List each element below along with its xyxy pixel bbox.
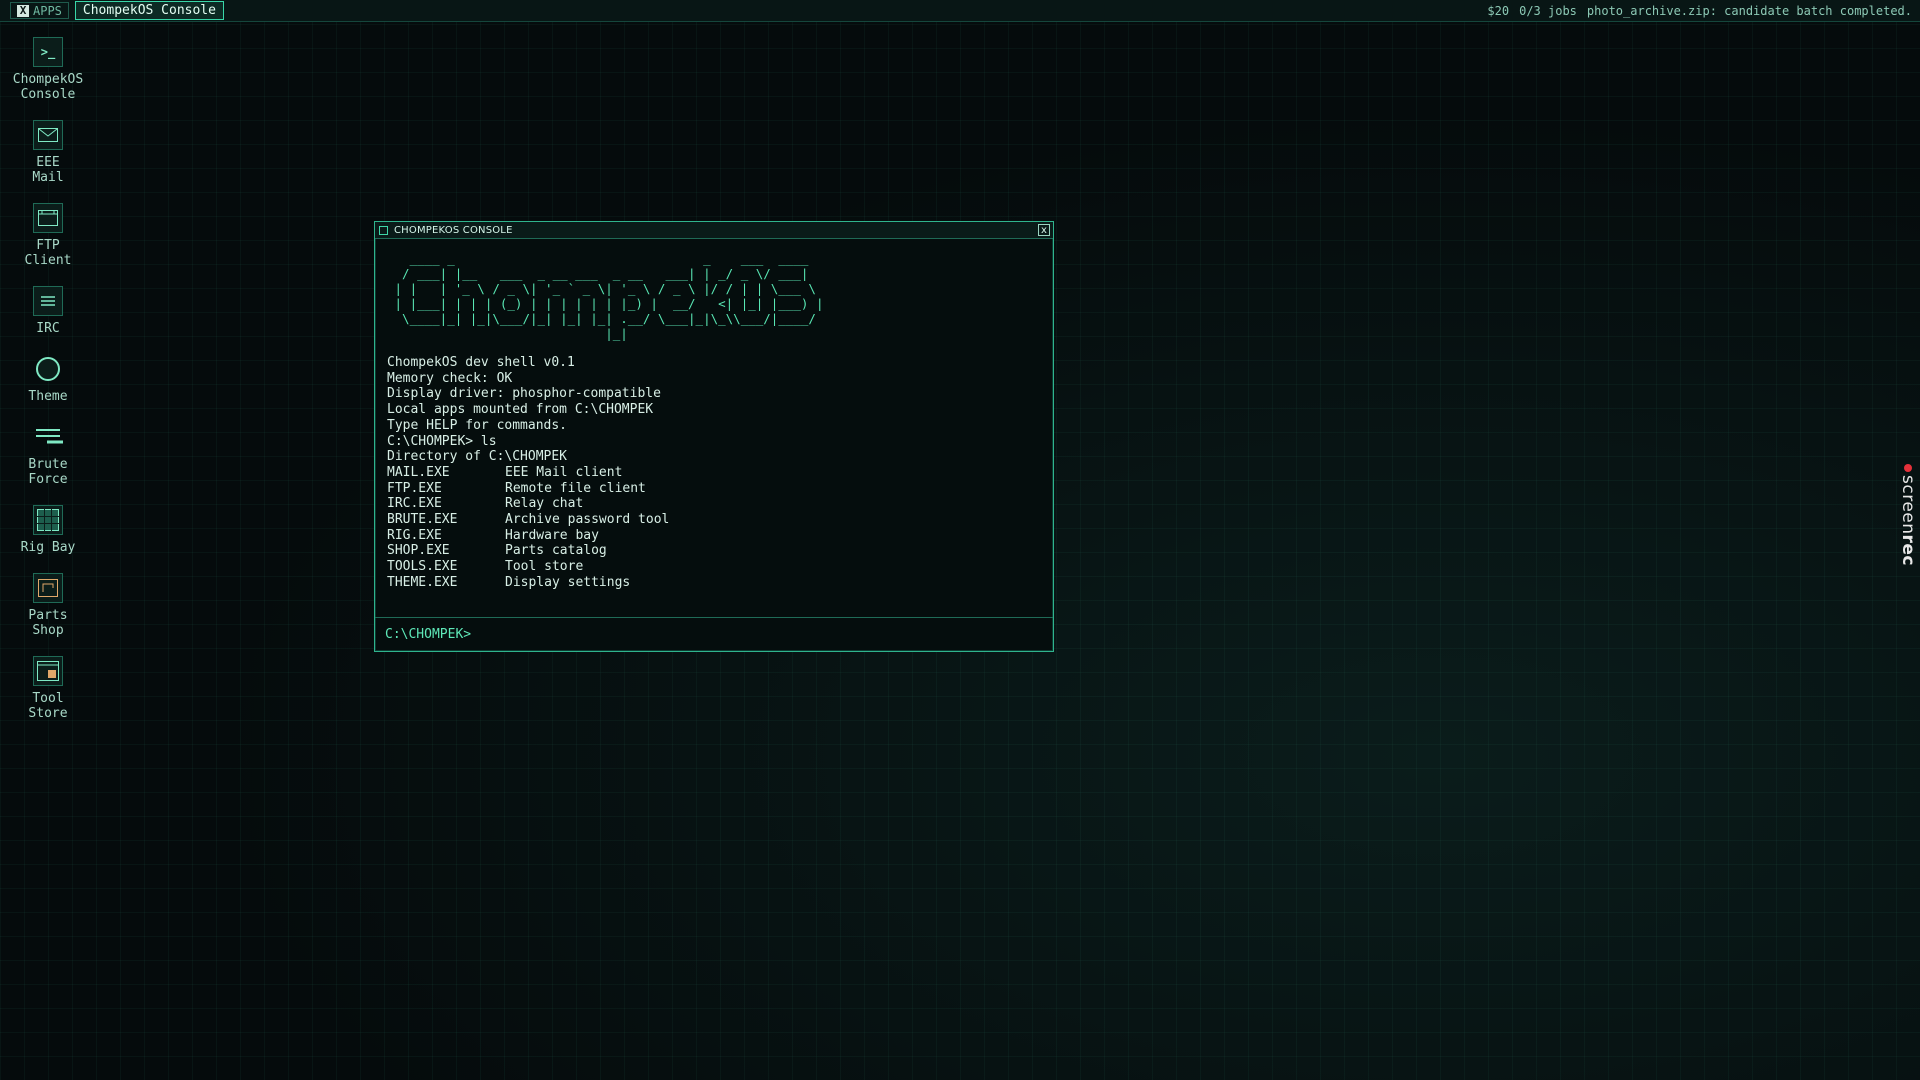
file-name: MAIL.EXE [387,464,450,480]
desktop-icon-label: FTP Client [24,238,72,268]
screenrec-watermark: screenrec [1898,464,1918,566]
directory-row: MAIL.EXE EEE Mail client [387,465,1041,481]
desktop-icon-console[interactable]: >_ ChompekOS Console [0,37,96,102]
file-description: Parts catalog [505,543,607,559]
desktop-icon-label: EEE Mail [32,155,64,185]
file-description: Relay chat [505,496,584,512]
status-area: $20 0/3 jobs photo_archive.zip: candidat… [1487,4,1912,18]
window-square-icon [379,225,388,235]
command-prompt: C:\CHOMPEK> [385,627,472,642]
apps-label: APPS [33,3,62,18]
desktop-icon-irc[interactable]: IRC [0,286,96,336]
file-name: TOOLS.EXE [387,559,458,575]
folder-window-icon [33,203,63,233]
file-name: BRUTE.EXE [387,512,458,528]
close-button[interactable]: x [1038,224,1050,236]
console-output: ____ _ _ ___ ____ / ___| |__ ___ _ __ __… [375,239,1053,611]
money-readout: $20 [1487,3,1510,18]
console-window[interactable]: CHOMPEKOS CONSOLE x ____ _ _ ___ ____ / … [374,221,1054,652]
apps-button[interactable]: X APPS [10,2,69,19]
file-name: RIG.EXE [387,527,442,543]
ascii-logo: ____ _ _ ___ ____ / ___| |__ ___ _ __ __… [394,251,824,341]
chat-lines-icon [33,286,63,316]
file-name: IRC.EXE [387,496,442,512]
desktop-icon-label: Brute Force [28,457,68,487]
file-name: FTP.EXE [387,480,442,496]
output-line: Directory of C:\CHOMPEK [387,449,568,465]
desktop-icon-tool-store[interactable]: Tool Store [0,656,96,721]
circle-icon [33,354,63,384]
terminal-icon: >_ [33,37,63,67]
desktop-icon-theme[interactable]: Theme [0,354,96,404]
command-line: C:\CHOMPEK> [375,617,1053,651]
jobs-readout: 0/3 jobs [1519,3,1577,18]
desktop-icon-label: Rig Bay [20,540,76,555]
file-description: Display settings [505,574,631,590]
directory-row: IRC.EXE Relay chat [387,496,1041,512]
output-line: Display driver: phosphor-compatible [387,386,661,402]
desktop-icon-parts-shop[interactable]: Parts Shop [0,573,96,638]
notification-text: photo_archive.zip: candidate batch compl… [1586,3,1912,18]
taskbar-item-console[interactable]: ChompekOS Console [74,1,224,20]
directory-row: FTP.EXE Remote file client [387,481,1041,497]
shop-icon [33,573,63,603]
desktop-icon-label: Parts Shop [28,608,68,638]
window-title: CHOMPEKOS CONSOLE [394,224,513,236]
output-line: ChompekOS dev shell v0.1 [387,355,575,370]
desktop-icon-mail[interactable]: EEE Mail [0,120,96,185]
desktop-icon-ftp[interactable]: FTP Client [0,203,96,268]
tool-store-icon [33,656,63,686]
directory-row: BRUTE.EXE Archive password tool [387,512,1041,528]
watermark-text-light: screen [1898,475,1918,535]
desktop-icon-label: IRC [36,321,60,336]
desktop-icon-brute-force[interactable]: Brute Force [0,422,96,487]
window-titlebar[interactable]: CHOMPEKOS CONSOLE x [375,222,1053,239]
output-line: Local apps mounted from C:\CHOMPEK [387,402,654,418]
brute-force-icon [33,422,63,452]
desktop-icon-label: ChompekOS Console [12,72,84,102]
output-line: C:\CHOMPEK> ls [387,433,497,449]
desktop-icon-rig-bay[interactable]: Rig Bay [0,505,96,555]
mail-icon [33,120,63,150]
file-name: THEME.EXE [387,574,458,590]
directory-row: THEME.EXE Display settings [387,575,1041,591]
command-input[interactable] [471,626,1053,643]
file-description: Tool store [505,559,584,575]
file-name: SHOP.EXE [387,543,450,559]
top-bar: X APPS ChompekOS Console $20 0/3 jobs ph… [0,0,1920,22]
file-description: Archive password tool [505,512,670,528]
directory-row: TOOLS.EXE Tool store [387,559,1041,575]
desktop-icon-label: Theme [28,389,68,404]
record-dot-icon [1904,464,1912,472]
file-description: Hardware bay [505,527,599,543]
file-description: Remote file client [505,480,646,496]
directory-row: SHOP.EXE Parts catalog [387,543,1041,559]
desktop-icon-label: Tool Store [28,691,68,721]
output-line: Type HELP for commands. [387,417,568,433]
watermark-text-bold: rec [1898,534,1918,567]
output-line: Memory check: OK [387,370,513,386]
grid-icon [33,505,63,535]
directory-row: RIG.EXE Hardware bay [387,528,1041,544]
x-icon: X [17,4,29,17]
file-description: EEE Mail client [505,464,623,480]
